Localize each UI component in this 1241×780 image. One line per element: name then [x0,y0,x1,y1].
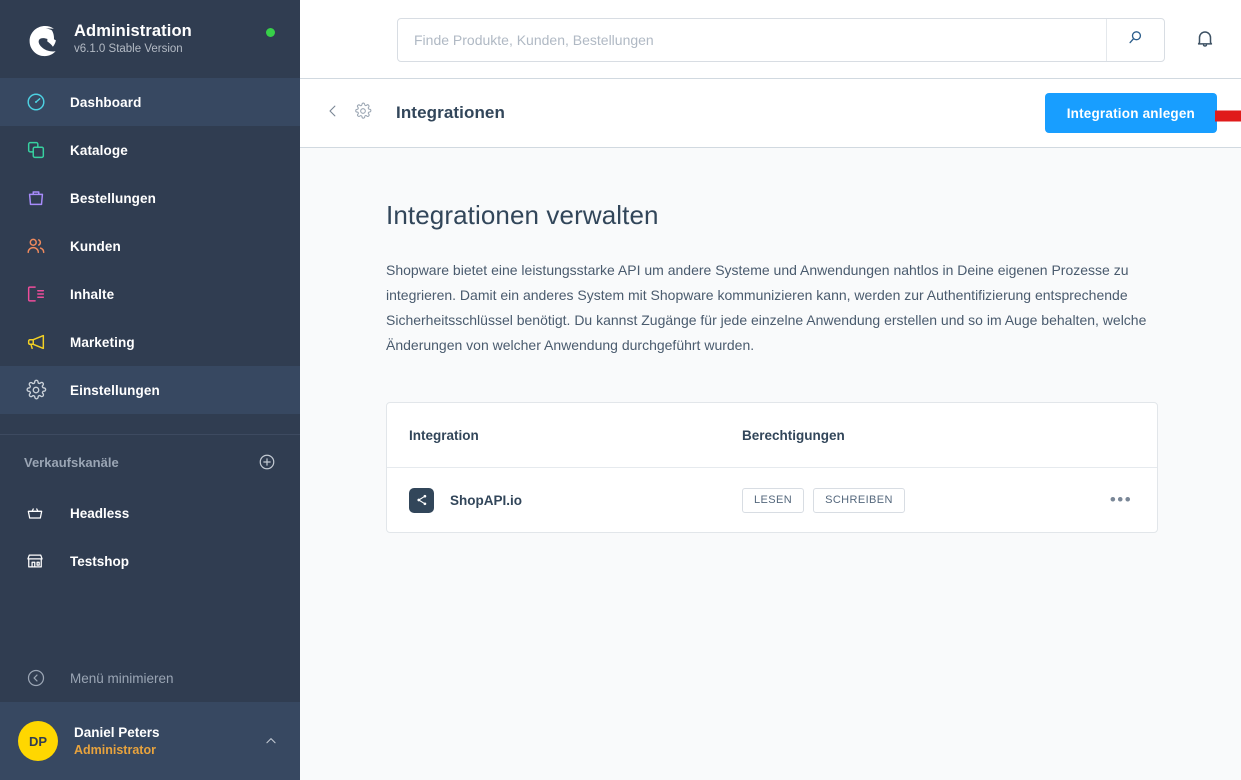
chevron-left-icon [324,102,342,125]
column-header-permissions: Berechtigungen [742,427,845,443]
sidebar-item-testshop[interactable]: Testshop [0,537,300,585]
row-context-menu-button[interactable]: ••• [1107,490,1135,510]
sidebar-item-headless[interactable]: Headless [0,489,300,537]
content-inner: Integrationen verwalten Shopware bietet … [386,200,1158,533]
sidebar-nav: Dashboard Kataloge Bestellungen Kunden I… [0,78,300,414]
page-title: Integrationen [396,103,505,122]
notification-bell-icon [1193,26,1217,55]
sidebar-item-kataloge[interactable]: Kataloge [0,126,300,174]
content-layout-icon [24,282,48,306]
table-header-row: Integration Berechtigungen [387,403,1157,468]
chevron-up-icon[interactable] [264,734,278,748]
sidebar-item-dashboard[interactable]: Dashboard [0,78,300,126]
shopware-logo-icon [22,20,60,58]
sidebar-group-label: Verkaufskanäle [24,454,119,470]
content-description: Shopware bietet eine leistungsstarke API… [386,262,1147,353]
sidebar-item-label: Einstellungen [70,382,160,398]
admin-app: Administration v6.1.0 Stable Version Das… [0,0,1241,780]
basket-icon [24,502,46,524]
main-area: Integrationen Integration anlegen Integr… [300,0,1241,780]
sidebar-item-label: Dashboard [70,94,142,110]
column-header-integration: Integration [409,427,479,443]
create-integration-button[interactable]: Integration anlegen [1044,93,1217,133]
settings-gear-icon [354,102,372,125]
marketing-megaphone-icon [24,330,48,354]
plus-circle-icon[interactable] [258,453,276,471]
user-name: Daniel Peters [74,724,160,740]
status-dot [266,28,275,37]
minimize-menu-label: Menü minimieren [70,670,174,686]
sidebar-item-label: Kataloge [70,142,128,158]
storefront-icon [24,550,46,572]
sidebar-item-label: Headless [70,505,130,521]
sidebar-item-inhalte[interactable]: Inhalte [0,270,300,318]
share-nodes-icon [409,487,434,513]
sidebar-header: Administration v6.1.0 Stable Version [0,0,300,78]
table-row[interactable]: ShopAPI.io LESEN SCHREIBEN ••• [387,468,1157,532]
search-button[interactable] [1106,19,1164,61]
notifications-button[interactable] [1191,26,1219,54]
top-bar [300,0,1241,79]
content-area: Integrationen verwalten Shopware bietet … [300,148,1241,780]
sidebar-item-einstellungen[interactable]: Einstellungen [0,366,300,414]
permission-badge-write: SCHREIBEN [813,487,905,513]
permission-badge-read: LESEN [742,487,805,513]
sidebar-item-label: Testshop [70,553,130,569]
page-header: Integrationen Integration anlegen [300,79,1241,148]
sidebar: Administration v6.1.0 Stable Version Das… [0,0,300,780]
page-settings-button[interactable] [352,102,374,124]
integration-name: ShopAPI.io [450,492,522,508]
sidebar-brand: Administration v6.1.0 Stable Version [74,22,192,57]
sidebar-item-kunden[interactable]: Kunden [0,222,300,270]
avatar: DP [18,721,58,761]
sidebar-item-label: Marketing [70,334,135,350]
app-title: Administration [74,21,192,40]
dashboard-gauge-icon [24,90,48,114]
settings-gear-icon [24,378,48,402]
search-icon [1126,28,1145,52]
app-version: v6.1.0 Stable Version [74,42,183,55]
minimize-menu-button[interactable]: Menü minimieren [0,654,300,702]
user-profile[interactable]: DP Daniel Peters Administrator [0,702,300,780]
sidebar-item-marketing[interactable]: Marketing [0,318,300,366]
content-title: Integrationen verwalten [386,200,659,230]
user-info: Daniel Peters Administrator [74,724,264,759]
customers-users-icon [24,234,48,258]
integration-cell: ShopAPI.io [409,487,742,513]
collapse-left-icon [26,668,46,688]
integrations-card: Integration Berechtigungen ShopAPI.io LE… [386,402,1158,533]
sidebar-item-bestellungen[interactable]: Bestellungen [0,174,300,222]
sidebar-item-label: Bestellungen [70,190,156,206]
global-search [397,18,1165,62]
sidebar-item-label: Kunden [70,238,121,254]
page-header-actions: Integration anlegen [1044,93,1217,133]
back-button[interactable] [322,102,344,124]
permissions-cell: LESEN SCHREIBEN [742,487,1107,513]
catalog-copy-icon [24,138,48,162]
sidebar-item-label: Inhalte [70,286,115,302]
user-role: Administrator [74,742,156,757]
sidebar-group-verkaufskanaele: Verkaufskanäle [0,435,300,489]
orders-bag-icon [24,186,48,210]
search-input[interactable] [398,32,1106,48]
